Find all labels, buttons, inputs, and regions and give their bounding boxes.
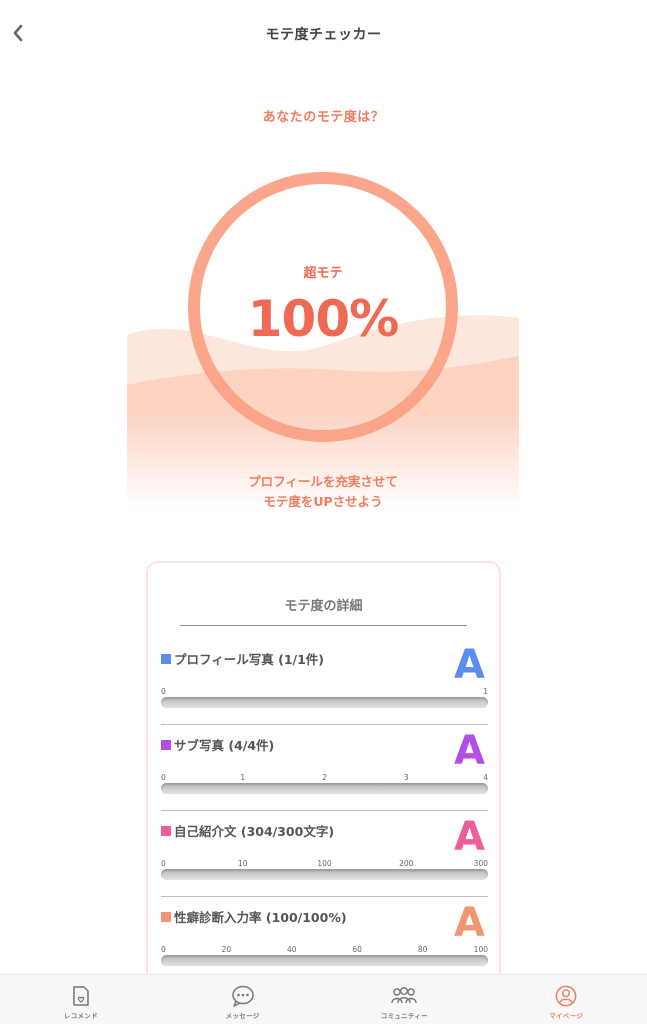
- tick-label: 0: [161, 687, 166, 696]
- recommend-card-icon: [73, 986, 89, 1006]
- progress-bar: [161, 697, 488, 708]
- item-label: 自己紹介文 (304/300文字): [161, 821, 334, 840]
- tick-label: 10: [237, 859, 248, 868]
- tick-label: 80: [417, 945, 428, 954]
- message-bubble-icon: [231, 985, 254, 1007]
- tick-label: 100: [317, 859, 332, 868]
- detail-item-profile-photo: プロフィール写真 (1/1件) A 01: [161, 639, 488, 725]
- progress-bar: [161, 783, 488, 794]
- item-label-text: サブ写真 (4/4件): [174, 738, 275, 753]
- tick-label: 1: [240, 773, 246, 782]
- tick-label: 20: [221, 945, 232, 954]
- grade-badge: A: [454, 814, 485, 860]
- user-profile-icon: [555, 985, 577, 1007]
- divider: [180, 625, 467, 626]
- tick-labels: 0 1 2 3 4: [161, 773, 488, 783]
- community-people-icon: [391, 987, 418, 1004]
- tick-label: 60: [352, 945, 362, 954]
- grade-badge: A: [454, 900, 485, 946]
- tab-community[interactable]: コミュニティー: [324, 975, 486, 1024]
- tick-label: 200: [399, 859, 414, 868]
- page-title: モテ度チェッカー: [265, 27, 382, 43]
- tab-label: マイページ: [549, 1012, 584, 1020]
- tick-label: 1: [483, 687, 488, 696]
- tab-recommend[interactable]: レコメンド: [0, 975, 162, 1024]
- tick-label: 0: [161, 773, 166, 782]
- tick-label: 3: [403, 773, 409, 782]
- tick-labels: 01: [161, 687, 488, 697]
- score-message-line1: プロフィールを充実させて: [248, 474, 398, 489]
- tab-label: メッセージ: [225, 1012, 260, 1020]
- detail-title: モテ度の詳細: [284, 599, 363, 614]
- score-percent: 100%: [247, 290, 399, 348]
- score-message-line2: モテ度をUPさせよう: [263, 494, 383, 509]
- tick-labels: 0 20 40 60 80 100: [161, 945, 488, 955]
- tab-message[interactable]: メッセージ: [162, 975, 324, 1024]
- progress-bar: [161, 955, 488, 966]
- score-gauge: 超モテ 100% プロフィールを充実させて モテ度をUPさせよう: [127, 160, 519, 510]
- tab-label: コミュニティー: [380, 1012, 428, 1020]
- detail-item-preference-diagnosis: 性癖診断入力率 (100/100%) A 0 20 40 60 80 100: [161, 897, 488, 981]
- tick-label: 4: [483, 773, 488, 782]
- tab-mypage[interactable]: マイページ: [485, 975, 647, 1024]
- tick-label: 100: [473, 945, 488, 954]
- score-message: プロフィールを充実させて モテ度をUPさせよう: [127, 472, 519, 510]
- item-label: サブ写真 (4/4件): [161, 735, 274, 754]
- color-swatch: [161, 653, 171, 664]
- color-swatch: [161, 825, 171, 836]
- bottom-tab-bar: レコメンド メッセージ コミュニティー マイページ: [0, 974, 647, 1024]
- score-question: あなたのモテ度は？: [262, 110, 385, 125]
- grade-badge: A: [454, 728, 485, 774]
- tick-labels: 0 10 100 200 300: [161, 859, 488, 869]
- tick-label: 0: [161, 859, 166, 868]
- grade-badge: A: [454, 642, 485, 688]
- rank-label: 超モテ: [303, 266, 343, 281]
- tick-label: 300: [473, 859, 488, 868]
- item-label-text: 性癖診断入力率 (100/100%): [174, 910, 347, 925]
- detail-item-self-intro: 自己紹介文 (304/300文字) A 0 10 100 200 300: [161, 811, 488, 897]
- item-label-text: 自己紹介文 (304/300文字): [174, 824, 335, 839]
- detail-item-sub-photos: サブ写真 (4/4件) A 0 1 2 3 4: [161, 725, 488, 811]
- detail-card: モテ度の詳細 プロフィール写真 (1/1件) A 01 サブ写真 (4/4件) …: [146, 561, 501, 981]
- color-swatch: [161, 911, 171, 922]
- tick-label: 2: [322, 773, 327, 782]
- app-header: モテ度チェッカー: [0, 0, 647, 66]
- tab-label: レコメンド: [63, 1012, 98, 1020]
- item-label: 性癖診断入力率 (100/100%): [161, 907, 347, 926]
- color-swatch: [161, 739, 171, 750]
- item-label-text: プロフィール写真 (1/1件): [174, 652, 324, 667]
- tick-label: 0: [161, 945, 166, 954]
- item-label: プロフィール写真 (1/1件): [161, 649, 324, 668]
- progress-bar: [161, 869, 488, 880]
- tick-label: 40: [287, 945, 297, 954]
